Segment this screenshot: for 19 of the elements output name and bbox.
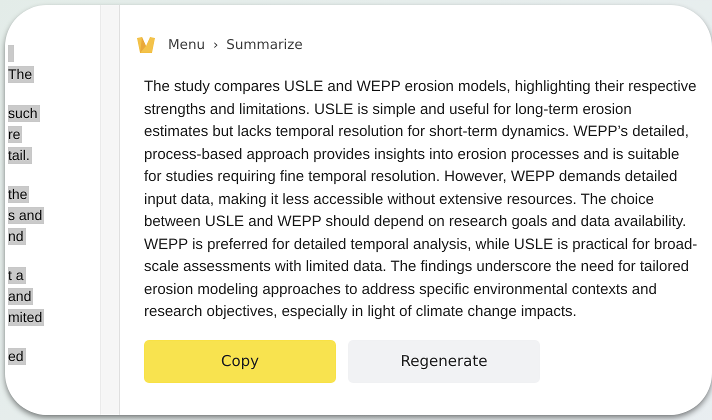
highlighted-text: re — [8, 126, 22, 143]
highlighted-text: nd — [8, 228, 26, 245]
highlighted-text: the — [8, 186, 30, 203]
breadcrumb-item[interactable]: Menu — [168, 37, 206, 53]
breadcrumb-separator: › — [213, 38, 218, 52]
highlighted-text: t a — [8, 267, 26, 284]
highlighted-text: s and — [8, 207, 44, 224]
copy-button[interactable]: Copy — [144, 340, 336, 382]
highlighted-text: ed — [8, 348, 26, 365]
breadcrumb-item[interactable]: Summarize — [226, 37, 303, 53]
highlighted-text: tail. — [8, 147, 32, 164]
regenerate-button[interactable]: Regenerate — [348, 340, 540, 382]
summary-text: The study compares USLE and WEPP erosion models, highlighting their respective strengths and limitations. USLE is simple and useful for long-term erosion estimates but lacks temporal resolution for short-term dynamics. WEPP’s detailed, process-based approach provides insights into erosion processes and is suitable for studies requiring fine temporal resolution. However, WEPP demands detailed input data, making it less accessible without extensive resources. The choice between USLE and WEPP should depend on research goals and data availability. WEPP is preferred for detailed temporal analysis, while USLE is practical for broad-scale assessments with limited data. The findings underscore the need for tailored erosion modeling approaches to address specific environmental contexts and research objectives, especially in light of climate change impacts. — [144, 77, 698, 322]
highlighted-text: The — [8, 66, 34, 83]
highlighted-text: and — [8, 288, 34, 305]
text-highlight — [8, 45, 14, 62]
highlighted-text: mited — [8, 309, 44, 326]
highlighted-text: such — [8, 105, 40, 122]
logo-icon — [136, 35, 156, 55]
